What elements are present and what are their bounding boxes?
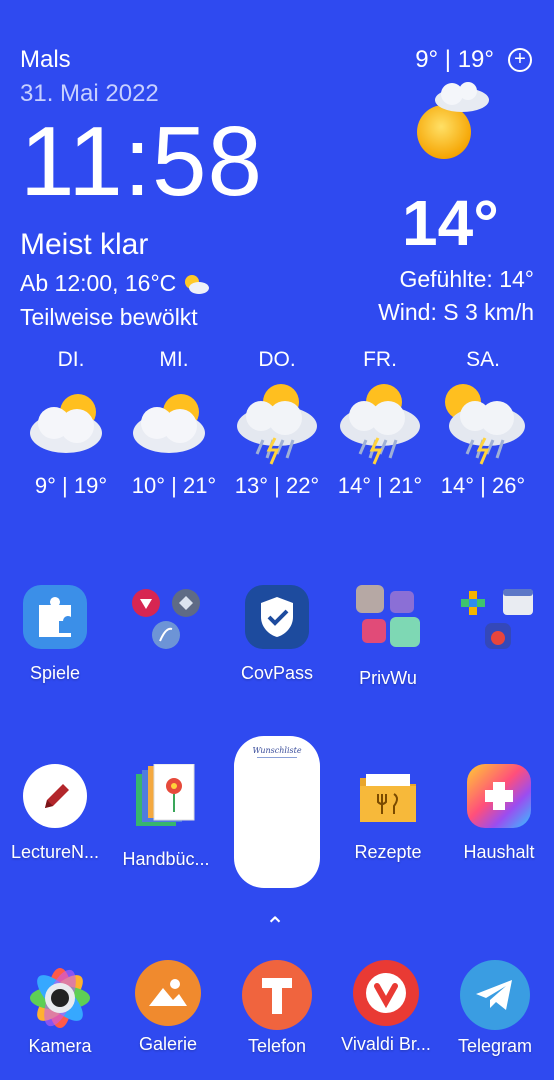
folder-apps[interactable] xyxy=(116,585,216,660)
book-icon xyxy=(136,763,195,826)
app-lecturenotes[interactable]: LectureN... xyxy=(5,764,105,863)
wishlist-widget[interactable]: Wunschliste xyxy=(234,736,320,888)
app-label: Galerie xyxy=(138,1034,198,1054)
forecast-temps: 14° | 26° xyxy=(440,473,526,498)
widget-title: Wunschliste xyxy=(252,746,302,755)
app-label: Handbüc... xyxy=(122,849,210,869)
partly-cloudy-icon xyxy=(30,394,102,453)
clock[interactable]: 11:58 xyxy=(20,112,263,210)
telegram-icon xyxy=(460,960,530,1030)
forecast-day: DO. xyxy=(258,348,296,371)
min-max-temp: 9° | 19° xyxy=(415,46,494,73)
shield-check-icon xyxy=(245,585,309,649)
thunderstorm-icon xyxy=(445,384,525,465)
gallery-icon xyxy=(135,960,201,1026)
forecast-temps: 10° | 21° xyxy=(131,473,217,498)
app-vivaldi[interactable]: Vivaldi Br... xyxy=(336,960,436,1055)
app-label: Haushalt xyxy=(463,842,535,862)
folder-icon xyxy=(356,764,420,828)
folder-privwu[interactable]: PrivWu xyxy=(338,585,438,689)
app-drawer-chevron[interactable]: ⌃ xyxy=(265,912,285,941)
forecast-temps: 14° | 21° xyxy=(337,473,423,498)
folder-rezepte[interactable]: Rezepte xyxy=(338,764,438,863)
date-label: 31. Mai 2022 xyxy=(20,80,159,107)
condition-label: Meist klar xyxy=(20,228,149,261)
app-label: Vivaldi Br... xyxy=(341,1034,431,1054)
app-label: Kamera xyxy=(28,1036,92,1056)
app-label: Telegram xyxy=(457,1036,533,1056)
thunderstorm-icon xyxy=(340,384,420,465)
thunderstorm-icon xyxy=(237,384,317,465)
plus-icon: + xyxy=(514,48,526,70)
app-label: Spiele xyxy=(29,663,81,683)
forecast-day: DI. xyxy=(57,348,85,371)
hourly-forecast-text: Ab 12:00, 16°C xyxy=(20,270,177,296)
current-temperature: 14° xyxy=(402,187,499,259)
add-location-button[interactable]: + xyxy=(508,48,532,72)
partly-cloudy-icon xyxy=(133,394,205,453)
wind-label: Wind: S 3 km/h xyxy=(378,299,534,325)
app-label: LectureN... xyxy=(10,842,100,862)
location-label[interactable]: Mals xyxy=(20,46,71,74)
app-telefon[interactable]: Telefon xyxy=(227,960,327,1057)
forecast-temps: 9° | 19° xyxy=(34,473,108,498)
folder-icon xyxy=(132,589,200,649)
hourly-condition-label: Teilweise bewölkt xyxy=(20,304,198,330)
widget-divider xyxy=(257,757,297,758)
game-controller-icon xyxy=(467,764,531,828)
camera-icon xyxy=(30,968,90,1028)
app-telegram[interactable]: Telegram xyxy=(445,960,545,1057)
partly-cloudy-icon xyxy=(417,82,489,159)
folder-tools[interactable] xyxy=(449,585,549,660)
app-galerie[interactable]: Galerie xyxy=(118,960,218,1055)
app-handbuecher[interactable]: Handbüc... xyxy=(116,763,216,870)
app-label: Rezepte xyxy=(354,842,422,862)
app-covpass[interactable]: CovPass xyxy=(227,585,327,684)
forecast-day: SA. xyxy=(466,348,500,371)
forecast-day: MI. xyxy=(159,348,189,371)
partly-cloudy-icon xyxy=(185,274,210,294)
puzzle-icon xyxy=(23,585,87,649)
app-kamera[interactable]: Kamera xyxy=(10,960,110,1057)
folder-icon xyxy=(461,589,533,649)
folder-icon xyxy=(356,585,420,647)
phone-icon xyxy=(242,960,312,1030)
app-label: CovPass xyxy=(240,663,314,683)
forecast-day: FR. xyxy=(363,348,397,371)
app-label: PrivWu xyxy=(359,668,417,688)
forecast-temps: 13° | 22° xyxy=(234,473,320,498)
app-haushalt[interactable]: Haushalt xyxy=(449,764,549,863)
app-label: Telefon xyxy=(247,1036,307,1056)
app-spiele[interactable]: Spiele xyxy=(5,585,105,684)
hourly-forecast: Ab 12:00, 16°C xyxy=(20,270,210,297)
vivaldi-icon xyxy=(353,960,419,1026)
feels-like-label: Gefühlte: 14° xyxy=(399,266,534,292)
pencil-icon xyxy=(23,764,87,828)
